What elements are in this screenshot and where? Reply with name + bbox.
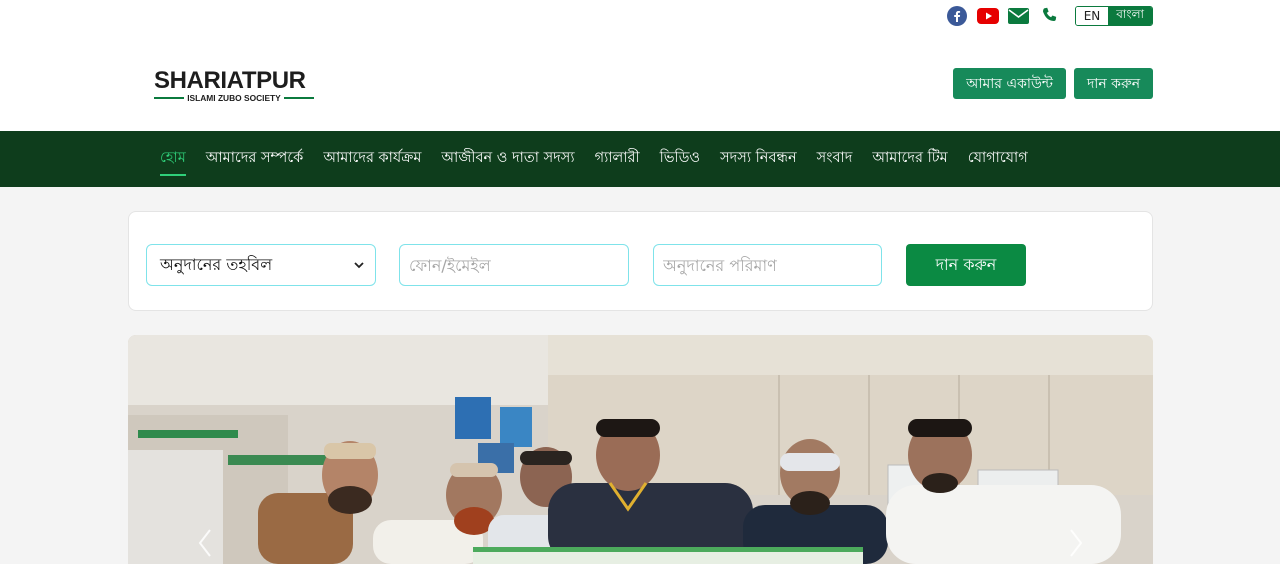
nav-item-news[interactable]: সংবাদ bbox=[817, 147, 853, 171]
nav-item-video[interactable]: ভিডিও bbox=[660, 147, 700, 171]
chevron-left-icon bbox=[198, 529, 211, 557]
nav-item-contact[interactable]: যোগাযোগ bbox=[968, 147, 1028, 171]
nav-item-members[interactable]: আজীবন ও দাতা সদস্য bbox=[441, 147, 574, 171]
facebook-icon[interactable] bbox=[946, 5, 968, 27]
youtube-icon[interactable] bbox=[976, 5, 999, 27]
email-icon[interactable] bbox=[1008, 5, 1030, 27]
nav-item-registration[interactable]: সদস্য নিবন্ধন bbox=[720, 147, 797, 171]
my-account-button[interactable]: আমার একাউন্ট bbox=[953, 68, 1066, 99]
lang-bn-button[interactable]: বাংলা bbox=[1108, 7, 1152, 25]
topbar: EN বাংলা bbox=[946, 5, 1153, 27]
nav-item-team[interactable]: আমাদের টিম bbox=[872, 147, 947, 171]
site-logo[interactable]: SHARIATPUR ISLAMI ZUBO SOCIETY bbox=[154, 67, 314, 103]
fund-select[interactable]: অনুদানের তহবিল bbox=[146, 244, 376, 286]
logo-subtitle: ISLAMI ZUBO SOCIETY bbox=[187, 93, 281, 103]
amount-input[interactable] bbox=[653, 244, 882, 286]
donate-submit-button[interactable]: দান করুন bbox=[906, 244, 1026, 286]
nav-item-gallery[interactable]: গ্যালারী bbox=[595, 147, 640, 171]
fund-select-value: অনুদানের তহবিল bbox=[160, 254, 273, 274]
logo-divider bbox=[283, 97, 314, 99]
nav-item-about[interactable]: আমাদের সম্পর্কে bbox=[206, 147, 304, 171]
language-switcher: EN বাংলা bbox=[1074, 6, 1153, 26]
logo-subtitle-row: ISLAMI ZUBO SOCIETY bbox=[154, 93, 314, 103]
hero-photo bbox=[128, 335, 1153, 564]
site-header: EN বাংলা SHARIATPUR ISLAMI ZUBO SOCIETY … bbox=[0, 0, 1280, 131]
logo-title: SHARIATPUR bbox=[154, 67, 306, 94]
main-nav: হোম আমাদের সম্পর্কে আমাদের কার্যক্রম আজী… bbox=[0, 131, 1280, 187]
lang-en-button[interactable]: EN bbox=[1075, 7, 1109, 25]
hero-slider bbox=[128, 335, 1153, 564]
header-donate-button[interactable]: দান করুন bbox=[1074, 68, 1153, 99]
nav-item-home[interactable]: হোম bbox=[160, 147, 186, 176]
nav-item-activities[interactable]: আমাদের কার্যক্রম bbox=[323, 147, 421, 171]
logo-divider bbox=[154, 97, 185, 99]
phone-email-input[interactable] bbox=[399, 244, 629, 286]
phone-icon[interactable] bbox=[1039, 5, 1061, 27]
chevron-down-icon bbox=[354, 262, 364, 269]
chevron-right-icon bbox=[1070, 529, 1083, 557]
donation-card: অনুদানের তহবিল দান করুন bbox=[128, 211, 1153, 311]
slider-next-button[interactable] bbox=[1061, 525, 1091, 561]
slider-prev-button[interactable] bbox=[190, 525, 220, 561]
